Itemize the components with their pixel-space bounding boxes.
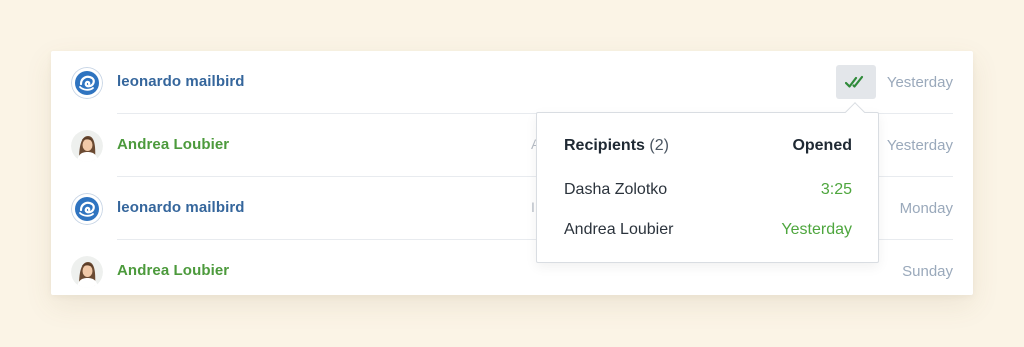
user-photo-avatar	[71, 130, 103, 162]
email-date: Sunday	[902, 263, 953, 280]
sender-name: leonardo mailbird	[117, 199, 245, 216]
recipient-row: Dasha Zolotko 3:25	[564, 181, 852, 199]
opened-column-header: Opened	[792, 137, 852, 154]
mailbird-logo-icon	[71, 193, 103, 225]
opened-time: 3:25	[820, 181, 852, 198]
recipient-name: Andrea Loubier	[564, 221, 674, 238]
user-photo-avatar	[71, 256, 103, 288]
popover-header: Recipients (2) Opened	[564, 137, 852, 155]
email-row[interactable]: leonardo mailbird Yesterday	[51, 51, 973, 114]
popover-title: Recipients	[564, 137, 645, 154]
opened-time: Yesterday	[781, 221, 852, 238]
recipient-row: Andrea Loubier Yesterday	[564, 221, 852, 239]
sender-name: leonardo mailbird	[117, 73, 245, 90]
email-date: Yesterday	[886, 74, 953, 91]
email-snippet: I	[531, 199, 535, 215]
mailbird-logo-icon	[71, 67, 103, 99]
read-receipt-button[interactable]	[836, 65, 876, 99]
double-check-icon	[845, 75, 864, 88]
sender-name: Andrea Loubier	[117, 136, 230, 153]
email-date: Monday	[899, 200, 953, 217]
recipient-name: Dasha Zolotko	[564, 181, 668, 198]
recipients-popover: Recipients (2) Opened Dasha Zolotko 3:25…	[536, 102, 879, 263]
recipient-count: (2)	[649, 137, 669, 154]
popover-title-group: Recipients (2)	[564, 137, 669, 155]
sender-name: Andrea Loubier	[117, 262, 230, 279]
email-date: Yesterday	[886, 137, 953, 154]
